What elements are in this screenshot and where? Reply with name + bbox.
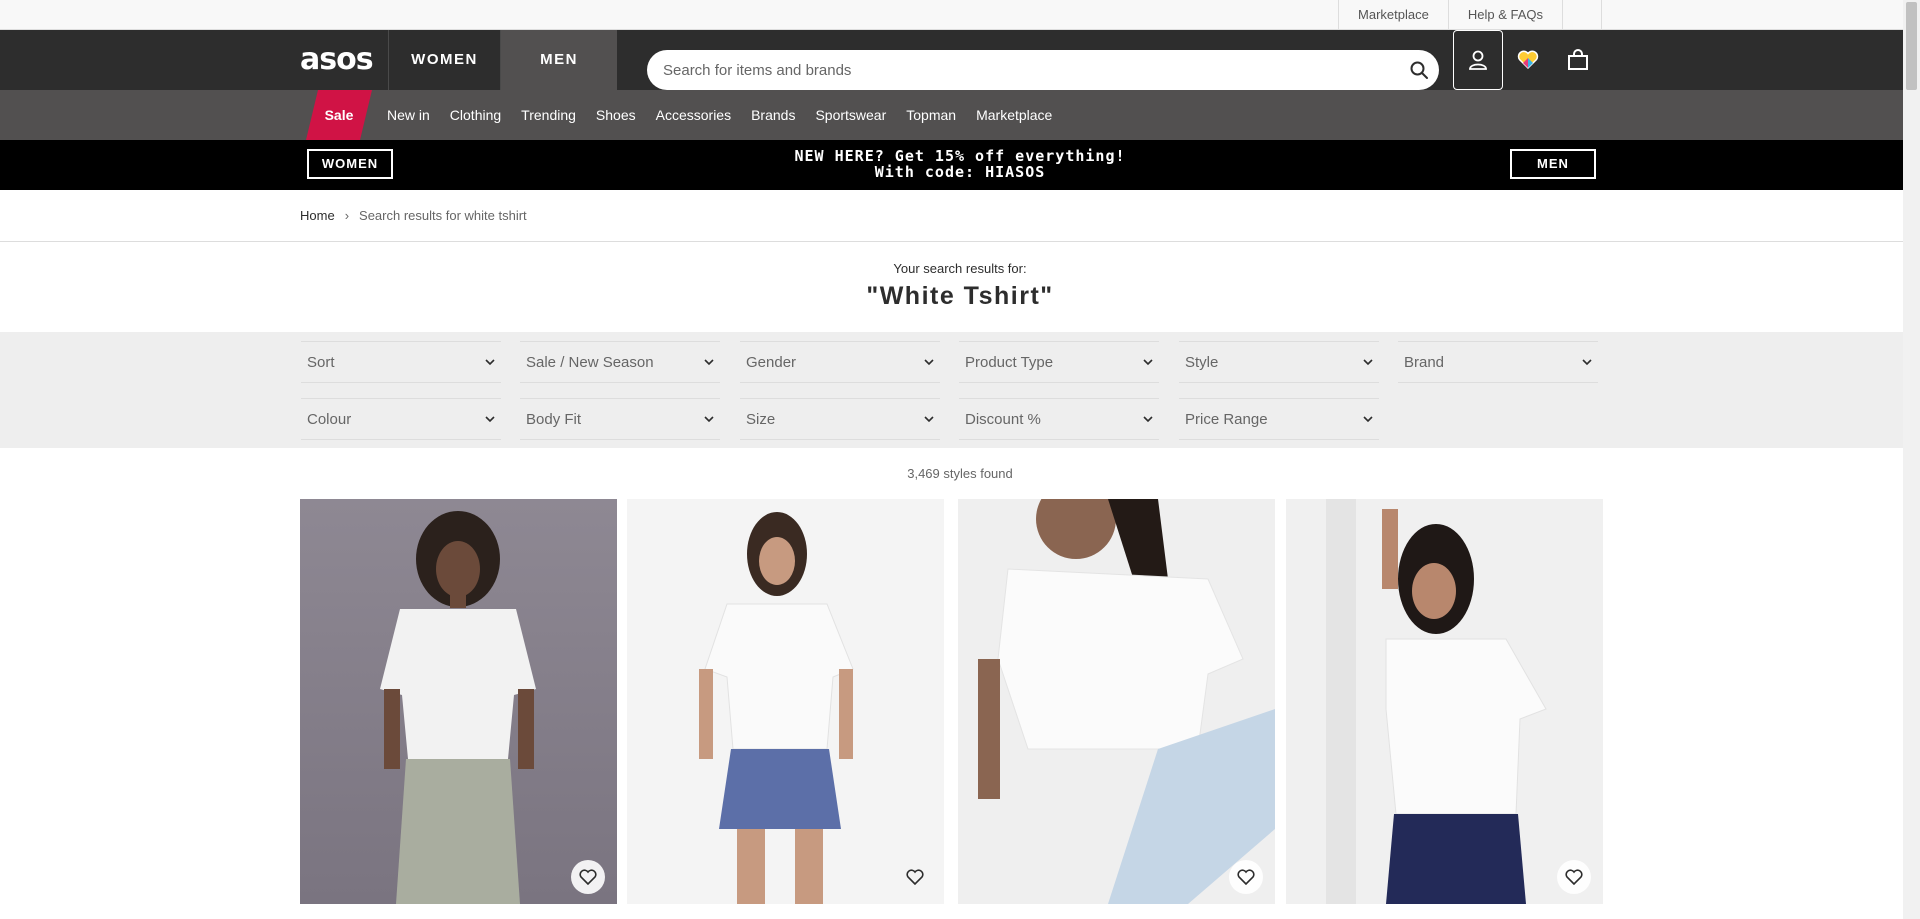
product-card[interactable] bbox=[300, 499, 617, 904]
category-list: New in Clothing Trending Shoes Accessori… bbox=[377, 90, 1062, 140]
chevron-down-icon bbox=[1143, 359, 1153, 366]
bag-icon bbox=[1568, 49, 1588, 70]
filter-body-fit[interactable]: Body Fit bbox=[520, 398, 720, 440]
filter-label: Sort bbox=[307, 353, 335, 371]
chevron-down-icon bbox=[704, 359, 714, 366]
page-title: "White Tshirt" bbox=[866, 282, 1054, 310]
product-card[interactable] bbox=[958, 499, 1275, 904]
breadcrumb-home[interactable]: Home bbox=[300, 208, 335, 223]
filter-panel: Sort Sale / New Season Gender Product Ty… bbox=[0, 332, 1920, 448]
nav-sale[interactable]: Sale bbox=[306, 90, 372, 140]
bag-button[interactable] bbox=[1553, 30, 1603, 90]
utility-bar: Marketplace Help & FAQs bbox=[0, 0, 1920, 30]
chevron-down-icon bbox=[924, 416, 934, 423]
chevron-down-icon bbox=[1363, 416, 1373, 423]
tab-men[interactable]: MEN bbox=[500, 30, 617, 90]
breadcrumb: Home › Search results for white tshirt bbox=[0, 190, 1920, 242]
chevron-down-icon bbox=[485, 416, 495, 423]
nav-sportswear[interactable]: Sportswear bbox=[805, 90, 896, 140]
filter-discount[interactable]: Discount % bbox=[959, 398, 1159, 440]
filter-sale-new-season[interactable]: Sale / New Season bbox=[520, 341, 720, 383]
promo-men-button[interactable]: MEN bbox=[1510, 149, 1596, 179]
utility-links: Marketplace Help & FAQs bbox=[1338, 0, 1602, 30]
saved-items-button[interactable] bbox=[1503, 30, 1553, 90]
search-bar bbox=[647, 50, 1439, 90]
main-header: asos WOMEN MEN bbox=[0, 30, 1920, 90]
filter-label: Sale / New Season bbox=[526, 353, 654, 371]
nav-shoes[interactable]: Shoes bbox=[586, 90, 646, 140]
filter-product-type[interactable]: Product Type bbox=[959, 341, 1159, 383]
chevron-down-icon bbox=[704, 416, 714, 423]
results-heading: Your search results for: "White Tshirt" bbox=[0, 242, 1920, 332]
heart-icon bbox=[579, 869, 597, 885]
tab-women[interactable]: WOMEN bbox=[388, 30, 500, 90]
save-for-later-button[interactable] bbox=[1229, 860, 1263, 894]
filter-colour[interactable]: Colour bbox=[301, 398, 501, 440]
heart-icon bbox=[906, 869, 924, 885]
product-image bbox=[380, 511, 536, 904]
heart-icon bbox=[1565, 869, 1583, 885]
heart-icon bbox=[1237, 869, 1255, 885]
nav-trending[interactable]: Trending bbox=[511, 90, 586, 140]
filter-brand[interactable]: Brand bbox=[1398, 341, 1598, 383]
nav-accessories[interactable]: Accessories bbox=[646, 90, 741, 140]
help-faqs-link[interactable]: Help & FAQs bbox=[1447, 0, 1562, 30]
promo-line-1: NEW HERE? Get 15% off everything! bbox=[794, 147, 1126, 165]
account-icon bbox=[1469, 50, 1487, 70]
save-for-later-button[interactable] bbox=[571, 860, 605, 894]
breadcrumb-current: Search results for white tshirt bbox=[359, 208, 527, 223]
results-count: 3,469 styles found bbox=[907, 466, 1013, 481]
chevron-down-icon bbox=[1363, 359, 1373, 366]
filter-label: Size bbox=[746, 410, 776, 428]
filter-price-range[interactable]: Price Range bbox=[1179, 398, 1379, 440]
filter-label: Price Range bbox=[1185, 410, 1268, 428]
filter-label: Style bbox=[1185, 353, 1219, 371]
nav-brands[interactable]: Brands bbox=[741, 90, 805, 140]
promo-banner[interactable]: WOMEN NEW HERE? Get 15% off everything! … bbox=[0, 140, 1920, 190]
promo-line-2: With code: HIASOS bbox=[874, 163, 1046, 181]
filter-size[interactable]: Size bbox=[740, 398, 940, 440]
marketplace-link[interactable]: Marketplace bbox=[1338, 0, 1448, 30]
scrollbar-thumb[interactable] bbox=[1906, 2, 1917, 90]
nav-marketplace[interactable]: Marketplace bbox=[966, 90, 1062, 140]
filter-label: Discount % bbox=[965, 410, 1041, 428]
save-for-later-button[interactable] bbox=[1557, 860, 1591, 894]
page-scrollbar[interactable] bbox=[1903, 0, 1920, 919]
chevron-down-icon bbox=[1143, 416, 1153, 423]
filter-sort[interactable]: Sort bbox=[301, 341, 501, 383]
filter-label: Gender bbox=[746, 353, 797, 371]
search-icon[interactable] bbox=[1409, 60, 1429, 80]
product-image bbox=[978, 499, 1275, 904]
account-button[interactable] bbox=[1453, 30, 1503, 90]
filter-gender[interactable]: Gender bbox=[740, 341, 940, 383]
chevron-down-icon bbox=[485, 359, 495, 366]
promo-text: NEW HERE? Get 15% off everything! With c… bbox=[0, 148, 1920, 180]
category-nav: Sale New in Clothing Trending Shoes Acce… bbox=[0, 90, 1920, 140]
search-input[interactable] bbox=[647, 50, 1367, 90]
nav-topman[interactable]: Topman bbox=[896, 90, 966, 140]
chevron-down-icon bbox=[1582, 359, 1592, 366]
filter-label: Body Fit bbox=[526, 410, 582, 428]
breadcrumb-separator: › bbox=[344, 208, 350, 223]
product-card[interactable] bbox=[627, 499, 944, 904]
nav-new-in[interactable]: New in bbox=[377, 90, 440, 140]
save-for-later-button[interactable] bbox=[898, 860, 932, 894]
filter-label: Brand bbox=[1404, 353, 1445, 371]
filter-style[interactable]: Style bbox=[1179, 341, 1379, 383]
results-label: Your search results for: bbox=[893, 261, 1027, 276]
product-image bbox=[1326, 499, 1547, 904]
asos-logo[interactable]: asos bbox=[300, 42, 374, 78]
chevron-down-icon bbox=[924, 359, 934, 366]
filter-label: Product Type bbox=[965, 353, 1054, 371]
product-card[interactable] bbox=[1286, 499, 1603, 904]
filter-label: Colour bbox=[307, 410, 352, 428]
nav-clothing[interactable]: Clothing bbox=[440, 90, 511, 140]
country-selector[interactable] bbox=[1562, 0, 1602, 30]
product-image bbox=[699, 512, 854, 904]
saved-heart-icon bbox=[1517, 50, 1539, 70]
